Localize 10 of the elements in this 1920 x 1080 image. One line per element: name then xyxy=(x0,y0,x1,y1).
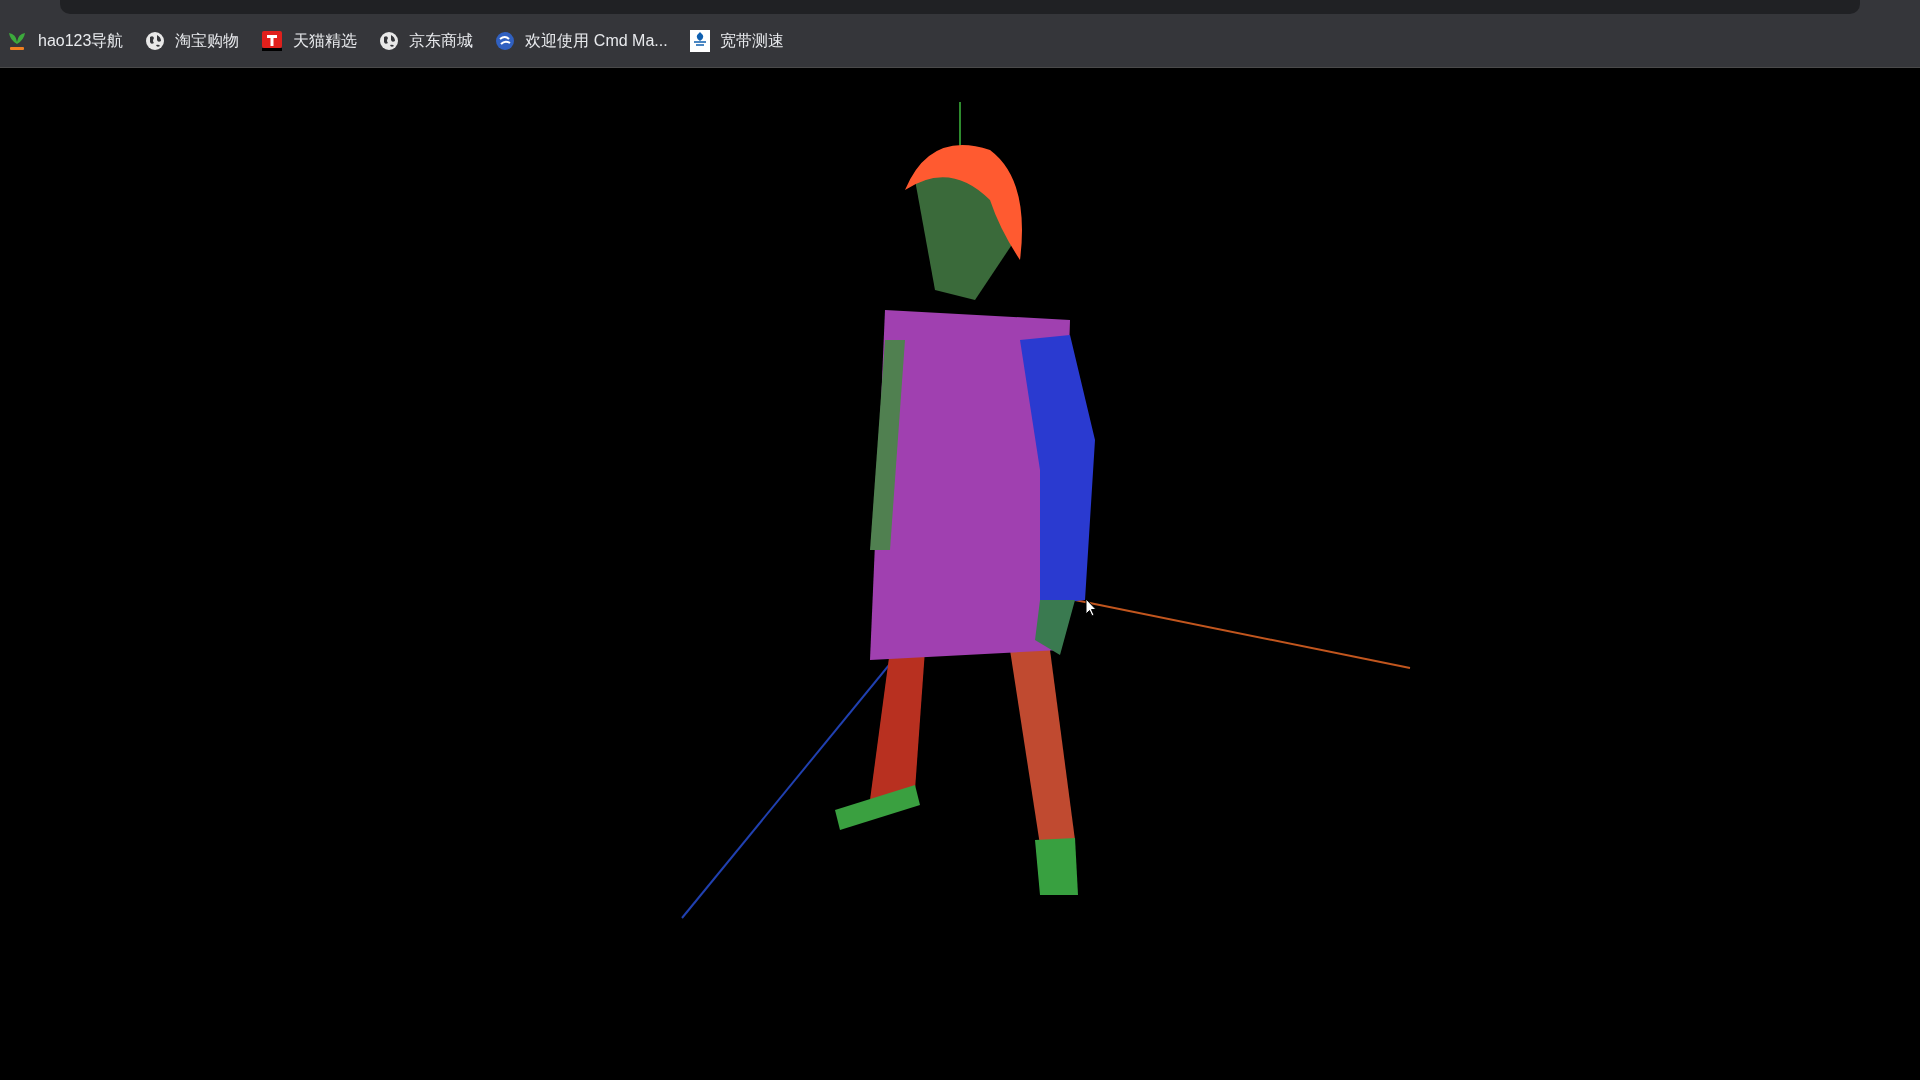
bookmark-link[interactable]: 天猫精选 xyxy=(261,28,358,53)
tmall-icon xyxy=(261,29,284,52)
bookmark-link[interactable]: 宽带测速 xyxy=(689,28,784,53)
bookmark-link[interactable]: 欢迎使用 Cmd Ma... xyxy=(495,28,668,53)
swirl-icon xyxy=(495,30,516,51)
telecom-icon xyxy=(689,29,710,52)
mouse-cursor-icon xyxy=(1085,598,1097,617)
bookmark-link[interactable]: 淘宝购物 xyxy=(145,28,240,53)
bookmark-link[interactable]: hao123导航 xyxy=(6,28,124,53)
bookmark-link[interactable]: 京东商城 xyxy=(379,28,474,53)
